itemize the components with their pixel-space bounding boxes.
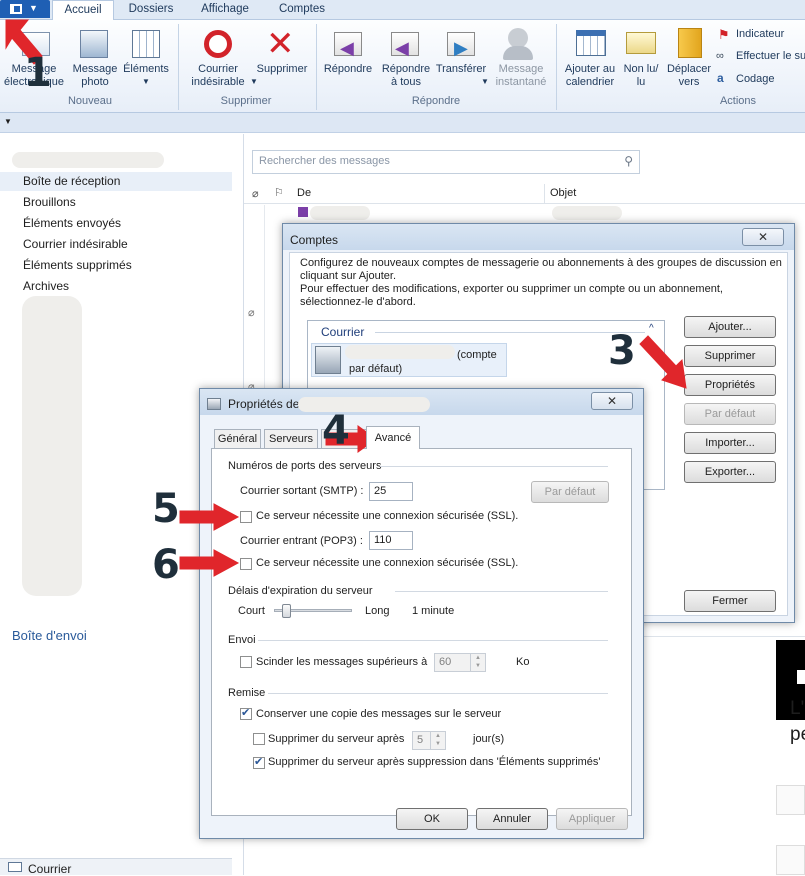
annotation-number-6: 6	[152, 542, 180, 588]
annotation-number-5: 5	[152, 486, 180, 532]
annotation-arrow-3	[639, 335, 687, 389]
annotation-arrow-6	[179, 549, 240, 577]
tab-advanced[interactable]: Avancé	[366, 426, 420, 449]
annotation-arrow-5	[179, 503, 240, 531]
annotation-number-3: 3	[608, 328, 636, 374]
annotation-number-4: 4	[322, 408, 350, 454]
annotation-number-1: 1	[24, 50, 52, 96]
